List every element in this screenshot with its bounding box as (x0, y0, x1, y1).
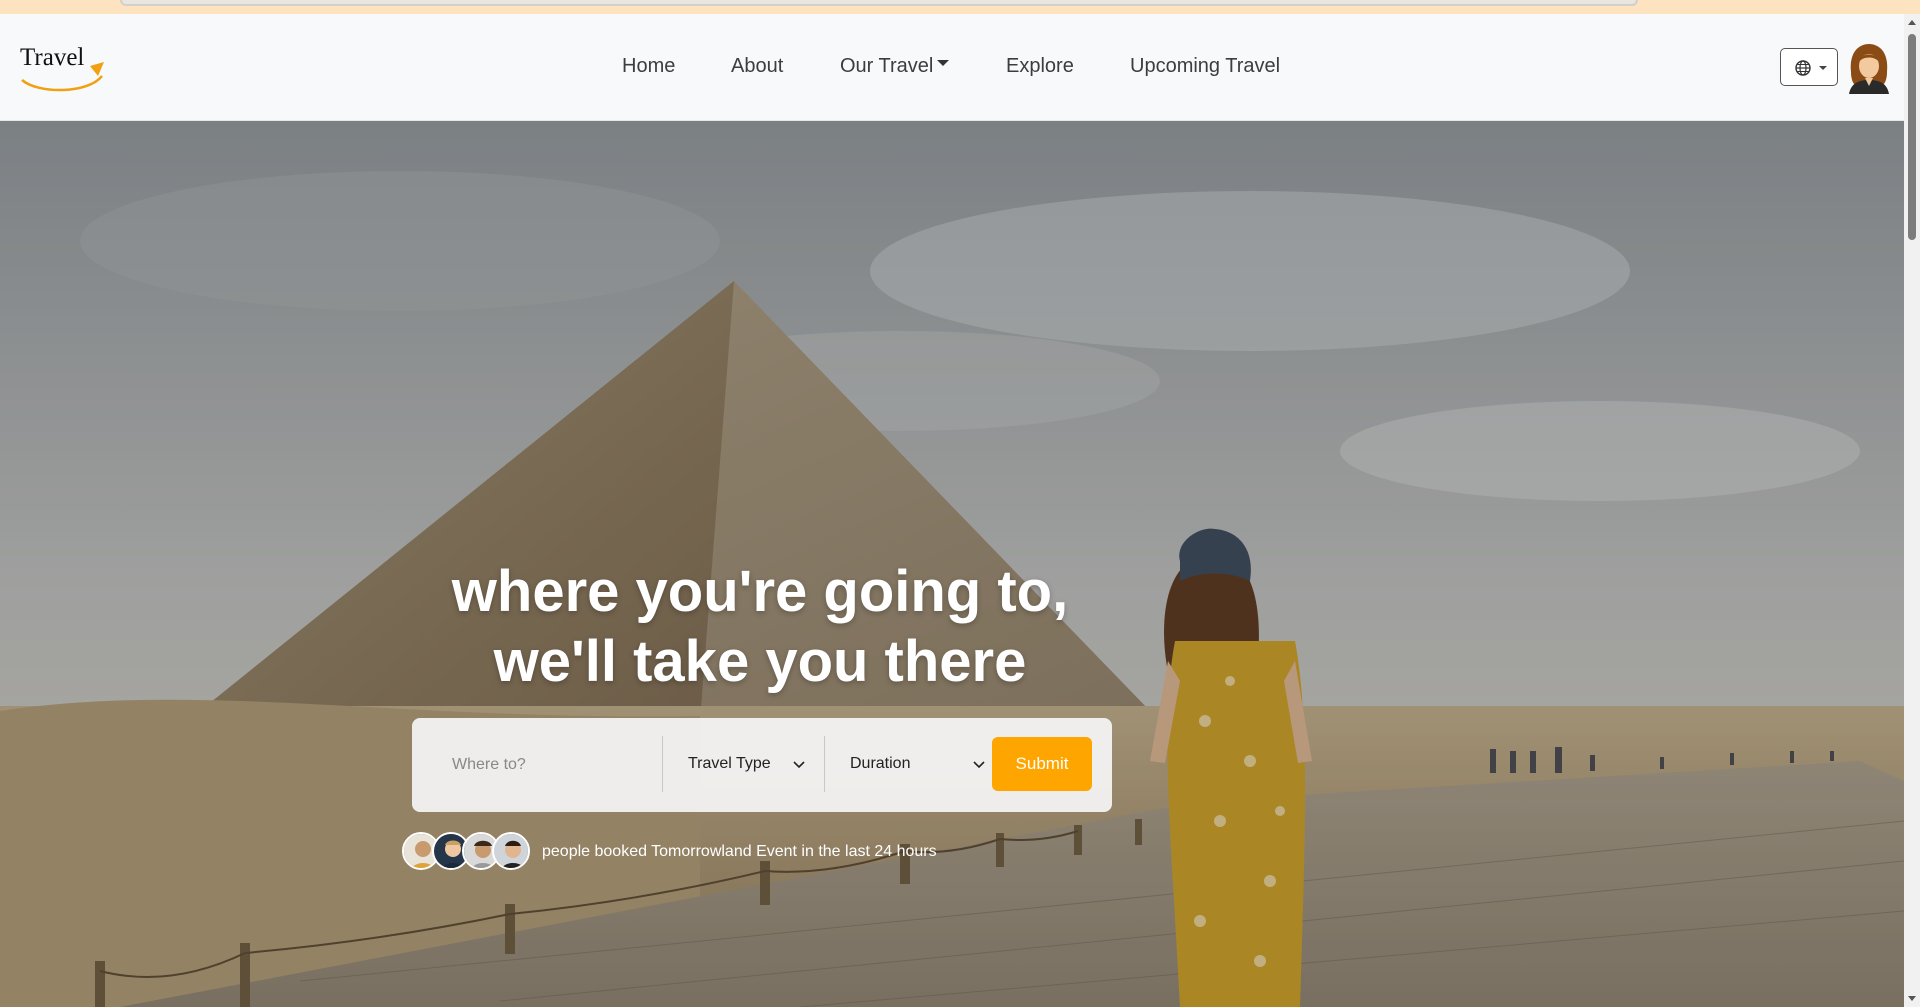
hero-title-line1: where you're going to, (451, 559, 1069, 624)
site-header: Travel Home About Our Travel Explore Upc… (0, 14, 1904, 121)
submit-button[interactable]: Submit (992, 737, 1092, 791)
search-divider (662, 736, 663, 792)
avatar-group (402, 832, 534, 872)
scrollbar-thumb[interactable] (1908, 34, 1916, 240)
where-to-input[interactable] (436, 740, 646, 790)
travel-type-select[interactable]: Travel Type (688, 740, 808, 790)
nav-home[interactable]: Home (622, 55, 675, 78)
caret-down-icon (1819, 66, 1827, 70)
hero-title: where you're going to, we'll take you th… (390, 557, 1130, 697)
scroll-up-arrow-icon[interactable] (1908, 20, 1916, 25)
nav-explore[interactable]: Explore (1006, 55, 1074, 78)
travel-type-label: Travel Type (688, 755, 771, 772)
duration-select[interactable]: Duration (850, 740, 985, 790)
search-divider (824, 736, 825, 792)
language-dropdown-button[interactable] (1780, 48, 1838, 86)
nav-our-travel[interactable]: Our Travel (840, 55, 950, 78)
hero-section: where you're going to, we'll take you th… (0, 121, 1904, 1007)
main-nav: Home About Our Travel Explore Upcoming T… (0, 14, 1904, 121)
bookings-text: people booked Tomorrowland Event in the … (542, 843, 937, 860)
caret-down-icon (937, 59, 950, 66)
scroll-down-arrow-icon[interactable] (1908, 996, 1916, 1001)
nav-about[interactable]: About (731, 55, 783, 78)
chevron-down-icon (973, 761, 985, 769)
globe-icon (1795, 60, 1811, 76)
page-scrollbar[interactable] (1904, 14, 1920, 1007)
avatar (492, 832, 530, 870)
duration-label: Duration (850, 755, 911, 772)
browser-top-strip (0, 0, 1920, 14)
nav-our-travel-label: Our Travel (840, 55, 934, 77)
chevron-down-icon (793, 761, 805, 769)
nav-upcoming-travel[interactable]: Upcoming Travel (1130, 55, 1280, 78)
hero-title-line2: we'll take you there (493, 629, 1027, 694)
browser-address-pill (120, 0, 1638, 6)
user-avatar[interactable] (1845, 42, 1893, 94)
search-bar: Travel Type Duration Submit (412, 718, 1112, 812)
